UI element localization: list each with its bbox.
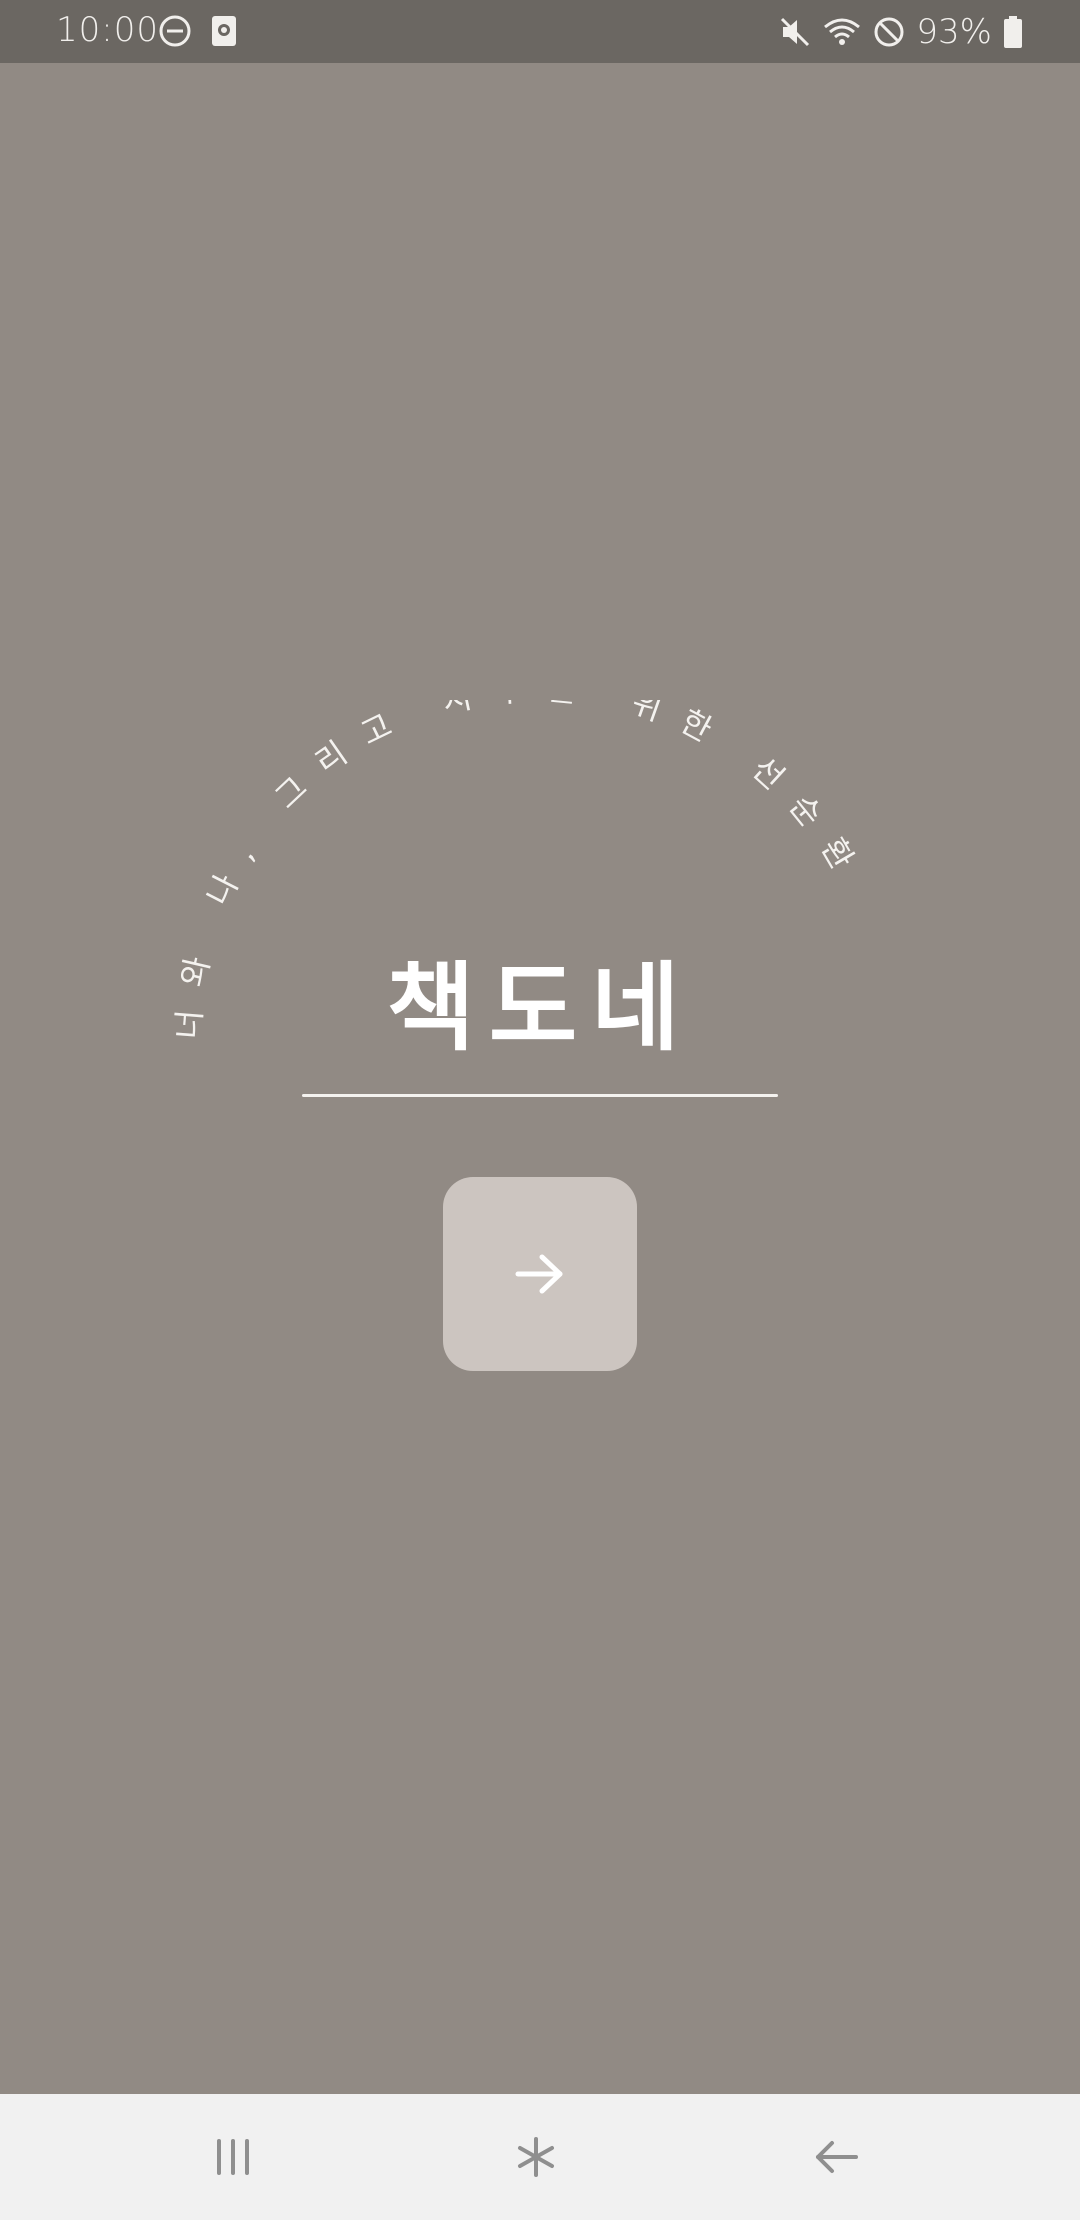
next-button[interactable]: [443, 1177, 637, 1371]
brand-title: 책도네: [386, 951, 694, 1064]
title-underline: [302, 1094, 778, 1097]
recent-apps-button[interactable]: [183, 2124, 283, 2190]
back-button[interactable]: [786, 2124, 886, 2190]
back-icon: [812, 2137, 860, 2177]
no-sync-icon: [872, 15, 906, 49]
battery-icon: [1002, 15, 1024, 49]
battery-percent: 93%: [916, 12, 992, 52]
screenshot-notification-icon: [210, 14, 238, 48]
home-button[interactable]: [486, 2124, 586, 2190]
status-left-icons: [158, 14, 238, 48]
splash-screen: [0, 63, 1080, 2094]
wifi-icon: [822, 15, 862, 49]
status-right-icons: 93%: [778, 12, 1024, 52]
status-bar: 10:00 93%: [0, 0, 1080, 63]
system-nav-bar: [0, 2094, 1080, 2220]
dnd-minus-icon: [158, 14, 192, 48]
mute-icon: [778, 15, 812, 49]
arrow-right-icon: [514, 1252, 566, 1296]
home-icon: [514, 2135, 558, 2179]
status-time: 10:00: [56, 10, 159, 50]
recent-apps-icon: [211, 2137, 255, 2177]
